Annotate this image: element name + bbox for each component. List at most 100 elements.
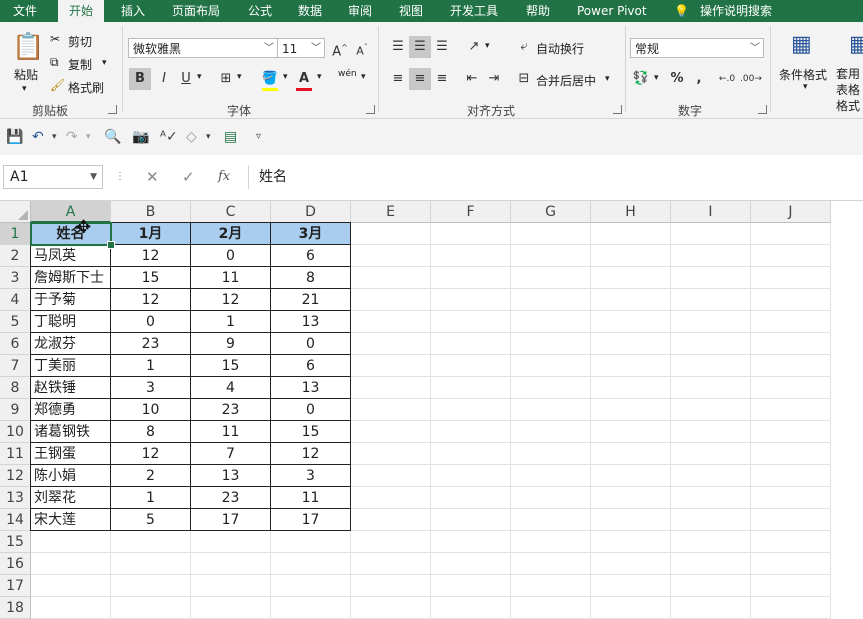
cell-c6[interactable]: 9 — [191, 333, 271, 355]
cell-c9[interactable]: 23 — [191, 399, 271, 421]
cell-g8[interactable] — [511, 377, 591, 399]
cell-c8[interactable]: 4 — [191, 377, 271, 399]
cell-d11[interactable]: 12 — [271, 443, 351, 465]
decrease-indent-icon[interactable]: ⇤ — [461, 68, 483, 90]
cell-d7[interactable]: 6 — [271, 355, 351, 377]
cell-i1[interactable] — [671, 223, 751, 245]
tab-page-layout[interactable]: 页面布局 — [172, 0, 220, 22]
cell-f4[interactable] — [431, 289, 511, 311]
cell-h9[interactable] — [591, 399, 671, 421]
cell-j12[interactable] — [751, 465, 831, 487]
cell-g6[interactable] — [511, 333, 591, 355]
camera-icon[interactable]: 📷 — [132, 127, 149, 147]
cell-f15[interactable] — [431, 531, 511, 553]
cell-h7[interactable] — [591, 355, 671, 377]
cell-h18[interactable] — [591, 597, 671, 619]
cell-b17[interactable] — [111, 575, 191, 597]
align-bottom-icon[interactable]: ☰ — [431, 36, 453, 58]
cell-a12[interactable]: 陈小娟 — [31, 465, 111, 487]
increase-decimal-icon[interactable]: ←.0 — [716, 68, 738, 90]
number-format-select[interactable]: 常规 ﹀ — [630, 38, 764, 58]
merge-dropdown-icon[interactable]: ▾ — [605, 74, 610, 84]
cell-b9[interactable]: 10 — [111, 399, 191, 421]
font-name-select[interactable]: 微软雅黑 ﹀ — [128, 38, 278, 58]
paste-icon[interactable]: 📋 — [12, 32, 44, 62]
cell-a13[interactable]: 刘翠花 — [31, 487, 111, 509]
cell-b14[interactable]: 5 — [111, 509, 191, 531]
border-icon[interactable]: ⊞ — [215, 68, 237, 90]
cell-i5[interactable] — [671, 311, 751, 333]
cell-c7[interactable]: 15 — [191, 355, 271, 377]
row-header-4[interactable]: 4 — [0, 289, 31, 311]
cell-f1[interactable] — [431, 223, 511, 245]
undo-dropdown-icon[interactable]: ▾ — [52, 127, 57, 147]
cell-f14[interactable] — [431, 509, 511, 531]
cell-h12[interactable] — [591, 465, 671, 487]
cell-i18[interactable] — [671, 597, 751, 619]
cell-e9[interactable] — [351, 399, 431, 421]
cell-h5[interactable] — [591, 311, 671, 333]
cell-a14[interactable]: 宋大莲 — [31, 509, 111, 531]
cell-a10[interactable]: 诸葛钢铁 — [31, 421, 111, 443]
cell-d2[interactable]: 6 — [271, 245, 351, 267]
tab-review[interactable]: 审阅 — [348, 0, 372, 22]
row-header-3[interactable]: 3 — [0, 267, 31, 289]
clear-format-icon[interactable]: ◇ — [186, 127, 197, 147]
row-header-11[interactable]: 11 — [0, 443, 31, 465]
cell-j1[interactable] — [751, 223, 831, 245]
column-header-g[interactable]: G — [511, 201, 591, 223]
cell-e11[interactable] — [351, 443, 431, 465]
tab-help[interactable]: 帮助 — [526, 0, 550, 22]
column-header-j[interactable]: J — [751, 201, 831, 223]
cell-i4[interactable] — [671, 289, 751, 311]
tell-me-search[interactable]: 操作说明搜索 — [700, 0, 772, 22]
cell-j13[interactable] — [751, 487, 831, 509]
cell-f11[interactable] — [431, 443, 511, 465]
cell-h10[interactable] — [591, 421, 671, 443]
cell-e5[interactable] — [351, 311, 431, 333]
cell-a3[interactable]: 詹姆斯下士 — [31, 267, 111, 289]
fill-handle[interactable] — [107, 241, 115, 249]
orientation-icon[interactable]: ↗ — [463, 36, 485, 58]
cell-a18[interactable] — [31, 597, 111, 619]
conditional-format-icon[interactable]: ▦ — [791, 32, 812, 57]
cell-a15[interactable] — [31, 531, 111, 553]
cell-a16[interactable] — [31, 553, 111, 575]
cell-e18[interactable] — [351, 597, 431, 619]
cell-g10[interactable] — [511, 421, 591, 443]
cell-i12[interactable] — [671, 465, 751, 487]
tab-data[interactable]: 数据 — [298, 0, 322, 22]
cell-f2[interactable] — [431, 245, 511, 267]
cell-j10[interactable] — [751, 421, 831, 443]
cell-f13[interactable] — [431, 487, 511, 509]
align-right-icon[interactable]: ≡ — [431, 68, 453, 90]
cell-f12[interactable] — [431, 465, 511, 487]
tab-insert[interactable]: 插入 — [121, 0, 145, 22]
cell-i6[interactable] — [671, 333, 751, 355]
cell-j6[interactable] — [751, 333, 831, 355]
wrap-text-button[interactable]: 自动换行 — [536, 40, 584, 57]
cell-a4[interactable]: 于予菊 — [31, 289, 111, 311]
copy-dropdown-icon[interactable]: ▾ — [102, 58, 107, 68]
font-launcher-icon[interactable] — [366, 105, 375, 114]
row-header-17[interactable]: 17 — [0, 575, 31, 597]
cell-i9[interactable] — [671, 399, 751, 421]
column-header-c[interactable]: C — [191, 201, 271, 223]
align-middle-icon[interactable]: ☰ — [409, 36, 431, 58]
cell-i14[interactable] — [671, 509, 751, 531]
italic-button[interactable]: I — [153, 68, 175, 90]
cell-a11[interactable]: 王钢蛋 — [31, 443, 111, 465]
row-header-2[interactable]: 2 — [0, 245, 31, 267]
cell-d5[interactable]: 13 — [271, 311, 351, 333]
cell-d3[interactable]: 8 — [271, 267, 351, 289]
cell-c11[interactable]: 7 — [191, 443, 271, 465]
bold-button[interactable]: B — [129, 68, 151, 90]
font-color-dropdown-icon[interactable]: ▾ — [317, 72, 322, 82]
cell-g16[interactable] — [511, 553, 591, 575]
cell-d1[interactable]: 3月 — [271, 223, 351, 245]
cell-h16[interactable] — [591, 553, 671, 575]
cell-j14[interactable] — [751, 509, 831, 531]
cell-g4[interactable] — [511, 289, 591, 311]
lightbulb-icon[interactable]: 💡 — [674, 0, 689, 22]
cell-f10[interactable] — [431, 421, 511, 443]
